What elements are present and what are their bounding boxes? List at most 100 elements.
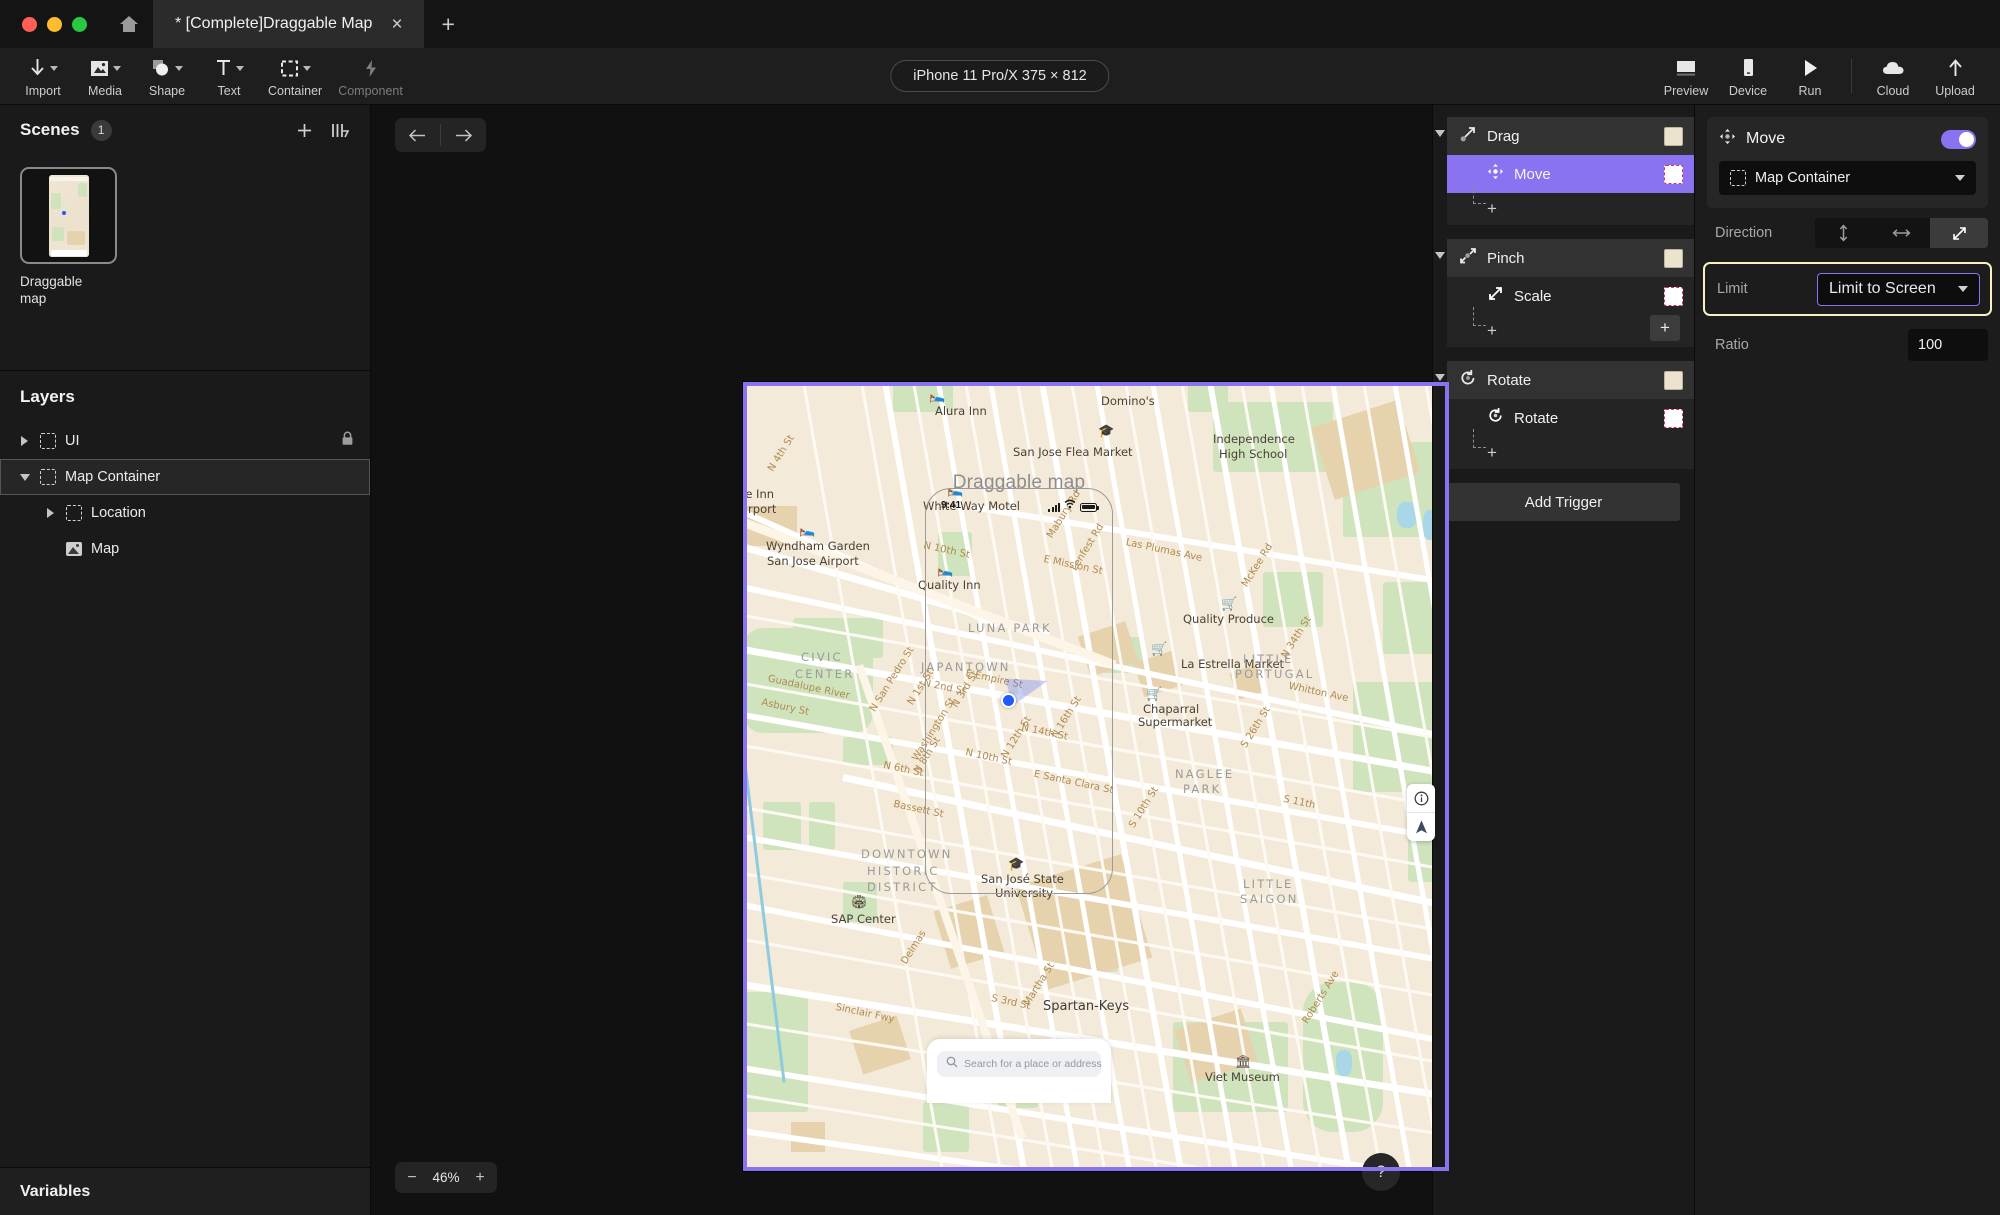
maximize-window-button[interactable] [72, 17, 87, 32]
direction-diagonal-option[interactable] [1930, 218, 1988, 248]
media-tool[interactable]: Media [74, 54, 136, 98]
nav-forward-button[interactable] [441, 118, 486, 152]
toolbar-left-group: Import Media Shape [0, 54, 411, 98]
scene-thumbnail[interactable] [20, 167, 117, 264]
direction-vertical-option[interactable] [1815, 218, 1873, 248]
map-label: Spartan-Keys [1043, 999, 1129, 1014]
action-target-thumbnail[interactable] [1664, 287, 1683, 306]
target-layer-select[interactable]: Map Container [1719, 161, 1976, 195]
device-button[interactable]: Device [1717, 54, 1779, 98]
grocery-cart-icon: 🛒 [1151, 641, 1167, 657]
chevron-down-icon [1955, 175, 1965, 181]
home-button[interactable] [105, 0, 153, 48]
scene-item[interactable]: Draggable map [20, 167, 117, 308]
navigation-arrow-icon[interactable] [1407, 813, 1435, 841]
layer-label: UI [65, 433, 80, 449]
direction-horizontal-option[interactable] [1873, 218, 1931, 248]
ratio-label: Ratio [1715, 337, 1815, 353]
scenes-header: Scenes 1 [0, 105, 370, 155]
media-image-icon [90, 56, 121, 80]
lock-icon[interactable] [341, 431, 354, 451]
layer-row-location[interactable]: Location [0, 495, 370, 531]
layer-row-map[interactable]: Map [0, 531, 370, 567]
map-label: San José State [981, 872, 1064, 886]
trigger-target-thumbnail[interactable] [1664, 371, 1683, 390]
add-scene-button[interactable] [296, 122, 313, 139]
floating-add-button[interactable]: + [1650, 315, 1680, 341]
map-label: ce Inn [743, 487, 774, 501]
chevron-down-icon [175, 66, 183, 71]
map-label: CENTER [795, 667, 854, 681]
run-button[interactable]: Run [1779, 54, 1841, 98]
info-circle-icon[interactable] [1407, 784, 1435, 812]
trigger-twisty-icon[interactable] [1433, 130, 1447, 137]
layer-twisty-icon[interactable] [44, 508, 57, 518]
action-enabled-toggle[interactable] [1941, 130, 1976, 149]
trigger-header-rotate[interactable]: Rotate [1447, 361, 1694, 399]
import-tool[interactable]: Import [12, 54, 74, 98]
grocery-cart-icon: 🛒 [1221, 596, 1237, 612]
cloud-button[interactable]: Cloud [1862, 54, 1924, 98]
ratio-input[interactable]: 100 [1908, 329, 1988, 361]
lodging-icon: 🛌 [937, 562, 953, 578]
limit-row-highlighted: Limit Limit to Screen [1703, 262, 1992, 316]
map-label: NAGLEE [1175, 767, 1234, 781]
lodging-icon: 🛌 [929, 388, 945, 404]
limit-select[interactable]: Limit to Screen [1817, 273, 1980, 306]
scenes-header-actions [296, 122, 350, 139]
device-selector[interactable]: iPhone 11 Pro/X 375 × 812 [890, 60, 1109, 92]
close-window-button[interactable] [22, 17, 37, 32]
action-target-thumbnail[interactable] [1664, 165, 1683, 184]
map-label: Alura Inn [935, 404, 987, 418]
variables-bar[interactable]: Variables [0, 1167, 370, 1215]
component-tool[interactable]: Component [330, 54, 411, 98]
map-label: Quality Produce [1183, 612, 1274, 626]
trigger-header-drag[interactable]: Drag [1447, 117, 1694, 155]
container-tool-label: Container [268, 84, 322, 98]
map-label: CIVIC [801, 650, 843, 664]
container-tool[interactable]: Container [260, 54, 330, 98]
zoom-in-button[interactable]: + [469, 1165, 491, 1191]
trigger-name: Rotate [1487, 372, 1531, 389]
trigger-target-thumbnail[interactable] [1664, 127, 1683, 146]
layer-twisty-icon[interactable] [18, 474, 31, 481]
map-label: Quality Inn [918, 578, 981, 592]
trigger-target-thumbnail[interactable] [1664, 249, 1683, 268]
layer-twisty-icon[interactable] [18, 436, 31, 446]
canvas-area[interactable]: Alura InnDomino'sSan Jose Flea MarketInd… [371, 105, 1432, 1215]
scenes-list: Draggable map [0, 155, 370, 370]
tab-close-icon[interactable]: × [386, 13, 407, 36]
rotate-icon [1487, 407, 1504, 429]
add-trigger-button[interactable]: Add Trigger [1447, 483, 1680, 521]
minimize-window-button[interactable] [47, 17, 62, 32]
shape-tool[interactable]: Shape [136, 54, 198, 98]
layer-row-ui[interactable]: UI [0, 423, 370, 459]
zoom-out-button[interactable]: − [401, 1165, 423, 1191]
upload-button[interactable]: Upload [1924, 54, 1986, 98]
artboard-watermark: Draggable map [925, 472, 1113, 494]
trigger-action-name: Rotate [1514, 410, 1558, 427]
trigger-twisty-icon[interactable] [1433, 374, 1447, 381]
nav-back-button[interactable] [395, 118, 440, 152]
ratio-row: Ratio 100 [1695, 320, 2000, 370]
status-indicators [1048, 499, 1097, 512]
artboard-selection-right [1445, 382, 1449, 1171]
drag-arrow-icon [1459, 125, 1477, 148]
document-tab[interactable]: * [Complete]Draggable Map × [153, 0, 424, 48]
trigger-group-drag: Drag Move + [1433, 117, 1694, 225]
trigger-twisty-icon[interactable] [1433, 252, 1447, 259]
trigger-header-pinch[interactable]: Pinch [1447, 239, 1694, 277]
flow-columns-icon[interactable] [331, 122, 350, 139]
new-tab-button[interactable]: + [424, 0, 473, 48]
search-input[interactable]: Search for a place or address [937, 1051, 1101, 1077]
preview-button[interactable]: Preview [1655, 54, 1717, 98]
properties-panel: Move Map Container Direction [1694, 105, 2000, 1215]
help-button[interactable]: ? [1362, 1153, 1400, 1191]
artboard-map[interactable]: Alura InnDomino'sSan Jose Flea MarketInd… [743, 382, 1449, 1171]
cloud-label: Cloud [1877, 84, 1910, 98]
action-target-thumbnail[interactable] [1664, 409, 1683, 428]
text-tool[interactable]: Text [198, 54, 260, 98]
layer-row-map-container[interactable]: Map Container [0, 459, 370, 495]
chevron-down-icon [50, 66, 58, 71]
layer-label: Map Container [65, 469, 160, 485]
